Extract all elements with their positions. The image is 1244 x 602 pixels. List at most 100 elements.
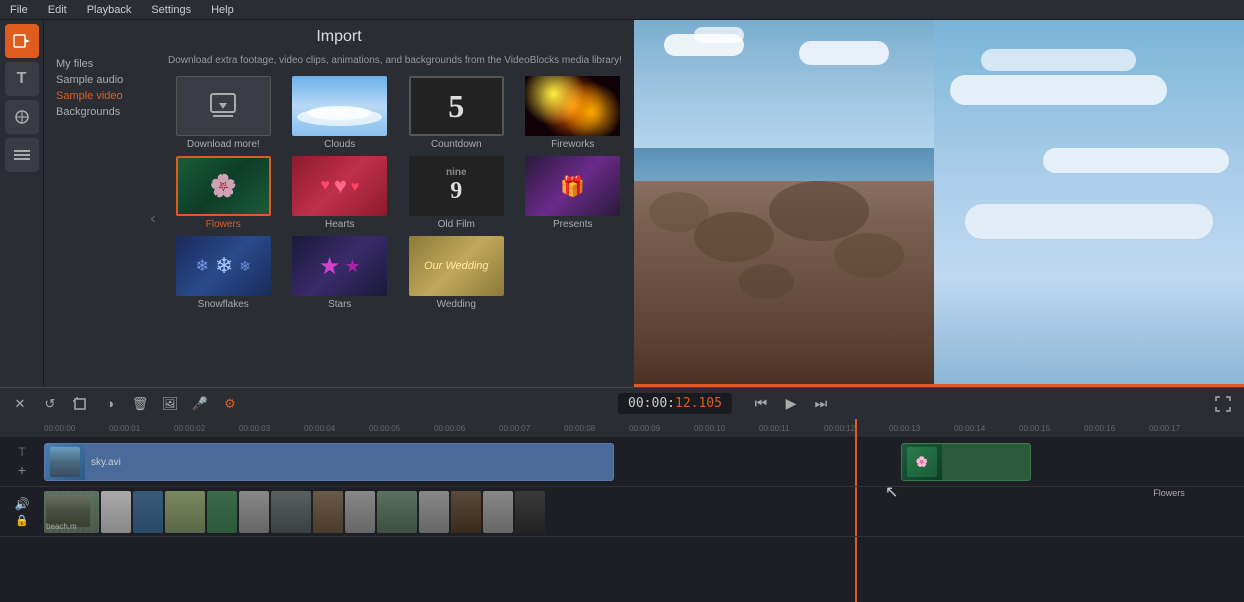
clip-sky-label: sky.avi [85, 457, 127, 468]
label-download: Download more! [187, 139, 260, 150]
track-icon-audio[interactable]: 🔊 [15, 497, 30, 511]
import-description: Download extra footage, video clips, ani… [168, 54, 628, 68]
preview-panel [634, 20, 1244, 387]
beach-seg-3[interactable] [133, 491, 163, 533]
media-item-presents[interactable]: 🎁 Presents [518, 156, 629, 230]
preview-screens [634, 20, 1244, 387]
media-item-clouds[interactable]: Clouds [285, 76, 396, 150]
beach-seg-11[interactable] [419, 491, 449, 533]
menu-file[interactable]: File [6, 2, 32, 18]
beach-seg-14[interactable] [515, 491, 545, 533]
menu-settings[interactable]: Settings [147, 2, 195, 18]
label-flowers: Flowers [206, 219, 241, 230]
menu-playback[interactable]: Playback [83, 2, 136, 18]
nav-samplevideo[interactable]: Sample video [52, 88, 136, 104]
toolbar-delete-btn[interactable]: 🗑 [128, 392, 152, 416]
beach-seg-1[interactable]: beach.m [44, 491, 99, 533]
beach-seg-5[interactable] [207, 491, 237, 533]
toolbar-image-btn[interactable]: 🖼 [158, 392, 182, 416]
import-panel: Import My files Sample audio Sample vide… [44, 20, 634, 387]
label-snowflakes: Snowflakes [198, 299, 249, 310]
beach-seg-2[interactable] [101, 491, 131, 533]
menu-help[interactable]: Help [207, 2, 238, 18]
media-item-hearts[interactable]: ♥ ♥ ♥ Hearts [285, 156, 396, 230]
beach-seg-10[interactable] [377, 491, 417, 533]
label-presents: Presents [553, 219, 592, 230]
nav-backgrounds[interactable]: Backgrounds [52, 104, 136, 120]
ruler-mark: 00:00:05 [369, 424, 434, 433]
timeline-ruler: 00:00:00 00:00:01 00:00:02 00:00:03 00:0… [0, 419, 1244, 437]
media-item-download[interactable]: Download more! [168, 76, 279, 150]
menu-edit[interactable]: Edit [44, 2, 71, 18]
transport-controls: ⏮ ▶ ⏭ [748, 391, 834, 417]
ruler-mark: 00:00:04 [304, 424, 369, 433]
sidebar-icon-text[interactable]: T [5, 62, 39, 96]
preview-main [634, 20, 934, 387]
beach-seg-8[interactable] [313, 491, 343, 533]
beach-seg-9[interactable] [345, 491, 375, 533]
toolbar-close-btn[interactable]: ✕ [8, 392, 32, 416]
track-icon-lock[interactable]: 🔒 [15, 514, 29, 527]
ruler-mark: 00:00:01 [109, 424, 174, 433]
track-content-video: sky.avi 🌸 [44, 437, 1244, 486]
label-hearts: Hearts [325, 219, 354, 230]
ruler-mark: 00:00:10 [694, 424, 759, 433]
time-red: 12.105 [675, 396, 722, 411]
toolbar-undo-btn[interactable]: ↺ [38, 392, 62, 416]
media-item-countdown[interactable]: 5 Countdown [401, 76, 512, 150]
beach-seg-7[interactable] [271, 491, 311, 533]
ruler-mark: 00:00:14 [954, 424, 1019, 433]
ruler-mark: 00:00:06 [434, 424, 499, 433]
track-icon-add[interactable]: + [18, 462, 26, 478]
toolbar-brightness-btn[interactable]: ◑ [98, 392, 122, 416]
track-icon-T[interactable]: T [18, 445, 25, 459]
transport-prev-btn[interactable]: ⏮ [748, 391, 774, 417]
sidebar: T [0, 20, 44, 387]
import-nav: My files Sample audio Sample video Backg… [44, 50, 144, 387]
ruler-mark: 00:00:16 [1084, 424, 1149, 433]
nav-arrow-left[interactable]: ‹ [144, 50, 162, 387]
transport-next-btn[interactable]: ⏭ [808, 391, 834, 417]
toolbar-crop-btn[interactable] [68, 392, 92, 416]
toolbar-audio-btn[interactable]: 🎤 [188, 392, 212, 416]
fullscreen-btn[interactable] [1210, 391, 1236, 417]
timeline-toolbar: ✕ ↺ ◑ 🗑 🖼 🎤 ⚙ 00:00:12.105 ⏮ ▶ ⏭ [0, 387, 1244, 419]
toolbar-settings-btn[interactable]: ⚙ [218, 392, 242, 416]
bottom-area: ✕ ↺ ◑ 🗑 🖼 🎤 ⚙ 00:00:12.105 ⏮ ▶ ⏭ [0, 387, 1244, 602]
track-row-video: T + sky.avi 🌸 [0, 437, 1244, 487]
ruler-mark: 00:00:15 [1019, 424, 1084, 433]
nav-sampleaudio[interactable]: Sample audio [52, 72, 136, 88]
media-item-stars[interactable]: ★ ★ Stars [285, 236, 396, 310]
media-item-wedding[interactable]: Our Wedding Wedding [401, 236, 512, 310]
label-clouds: Clouds [324, 139, 355, 150]
playhead [855, 419, 857, 437]
sidebar-icon-video[interactable] [5, 24, 39, 58]
main-area: T Import My files Sample audio Sample vi [0, 20, 1244, 387]
flowers-overlay-area: Flowers [1104, 487, 1234, 499]
label-stars: Stars [328, 299, 351, 310]
beach-seg-13[interactable] [483, 491, 513, 533]
media-item-oldfilm[interactable]: nine 9 Old Film [401, 156, 512, 230]
ruler-mark: 00:00:17 [1149, 424, 1214, 433]
sidebar-icon-menu[interactable] [5, 138, 39, 172]
media-item-fireworks[interactable]: Fireworks [518, 76, 629, 150]
nav-myfiles[interactable]: My files [52, 56, 136, 72]
beach-seg-4[interactable] [165, 491, 205, 533]
sidebar-icon-effects[interactable] [5, 100, 39, 134]
clip-sky[interactable]: sky.avi [44, 443, 614, 481]
preview-image-beach [634, 20, 934, 387]
preview-secondary [934, 20, 1244, 387]
beach-seg-6[interactable] [239, 491, 269, 533]
media-item-snowflakes[interactable]: ❄ ❄ ❄ Snowflakes [168, 236, 279, 310]
label-countdown: Countdown [431, 139, 482, 150]
track-side-audio: 🔊 🔒 [0, 487, 44, 536]
ruler-mark: 00:00:11 [759, 424, 824, 433]
import-body: My files Sample audio Sample video Backg… [44, 50, 634, 387]
beach-seg-12[interactable] [451, 491, 481, 533]
ruler-mark: 00:00:00 [44, 424, 109, 433]
time-prefix: 00:00: [628, 396, 675, 411]
transport-play-btn[interactable]: ▶ [778, 391, 804, 417]
media-item-flowers[interactable]: 🌸 Flowers [168, 156, 279, 230]
ruler-mark: 00:00:07 [499, 424, 564, 433]
clip-flowers[interactable]: 🌸 [901, 443, 1031, 481]
